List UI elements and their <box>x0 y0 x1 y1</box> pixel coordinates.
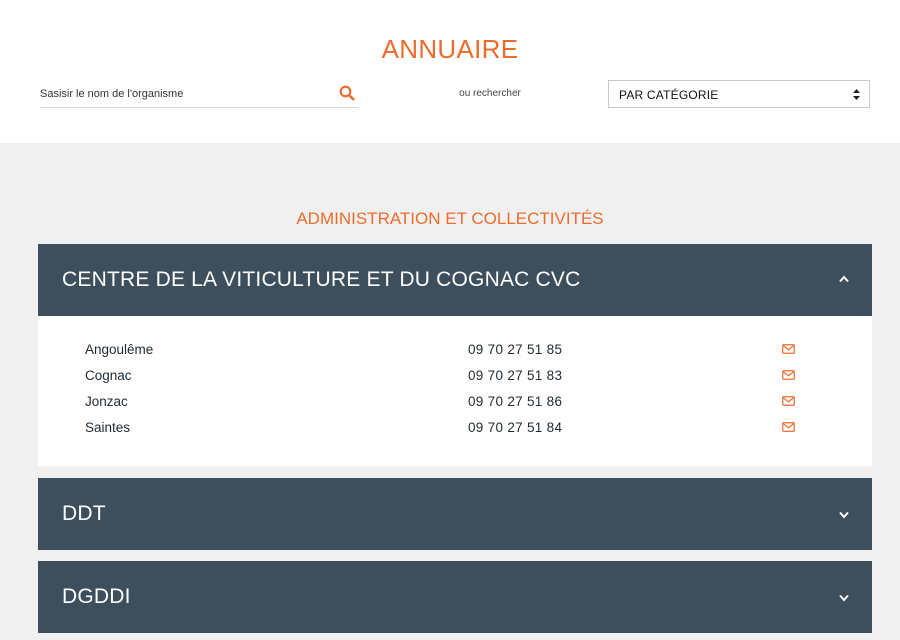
accordion-title: CENTRE DE LA VITICULTURE ET DU COGNAC CV… <box>62 268 581 291</box>
accordion-header-ddt[interactable]: DDT <box>38 478 872 550</box>
contact-phone: 09 70 27 51 83 <box>468 368 563 383</box>
section-title: ADMINISTRATION ET COLLECTIVITÉS <box>296 209 604 228</box>
contact-city: Angoulême <box>85 342 154 357</box>
contact-phone: 09 70 27 51 85 <box>468 342 563 357</box>
search-header: ANNUAIRE ou rechercher PAR CATÉGORIE <box>0 0 900 143</box>
contact-phone: 09 70 27 51 86 <box>468 394 563 409</box>
envelope-icon[interactable] <box>782 344 795 354</box>
accordion-title: DGDDI <box>62 585 131 608</box>
envelope-icon[interactable] <box>782 396 795 406</box>
contact-row: Cognac 09 70 27 51 83 <box>38 368 872 392</box>
accordion-title: DDT <box>62 502 106 525</box>
contact-city: Saintes <box>85 420 131 435</box>
contact-row: Saintes 09 70 27 51 84 <box>38 420 872 444</box>
accordion-body-cvc: Angoulême 09 70 27 51 85 Cognac 09 70 27… <box>38 316 872 466</box>
search-field <box>40 80 358 108</box>
contact-city: Cognac <box>85 368 132 383</box>
contact-row: Jonzac 09 70 27 51 86 <box>38 394 872 418</box>
or-search-label: ou rechercher <box>459 88 521 99</box>
chevron-down-icon <box>839 511 849 519</box>
search-input[interactable] <box>40 80 332 107</box>
category-select-value: PAR CATÉGORIE <box>619 88 719 102</box>
sort-arrows-icon <box>853 89 860 100</box>
chevron-down-icon <box>839 594 849 602</box>
contact-city: Jonzac <box>85 394 128 409</box>
accordion-header-dgddi[interactable]: DGDDI <box>38 561 872 633</box>
category-select[interactable]: PAR CATÉGORIE <box>608 80 870 108</box>
page-title: ANNUAIRE <box>381 34 519 64</box>
contact-row: Angoulême 09 70 27 51 85 <box>38 342 872 366</box>
search-icon <box>339 85 355 101</box>
chevron-up-icon <box>839 275 849 283</box>
accordion-header-cvc[interactable]: CENTRE DE LA VITICULTURE ET DU COGNAC CV… <box>38 244 872 316</box>
envelope-icon[interactable] <box>782 370 795 380</box>
envelope-icon[interactable] <box>782 422 795 432</box>
search-button[interactable] <box>338 85 356 103</box>
contact-phone: 09 70 27 51 84 <box>468 420 563 435</box>
